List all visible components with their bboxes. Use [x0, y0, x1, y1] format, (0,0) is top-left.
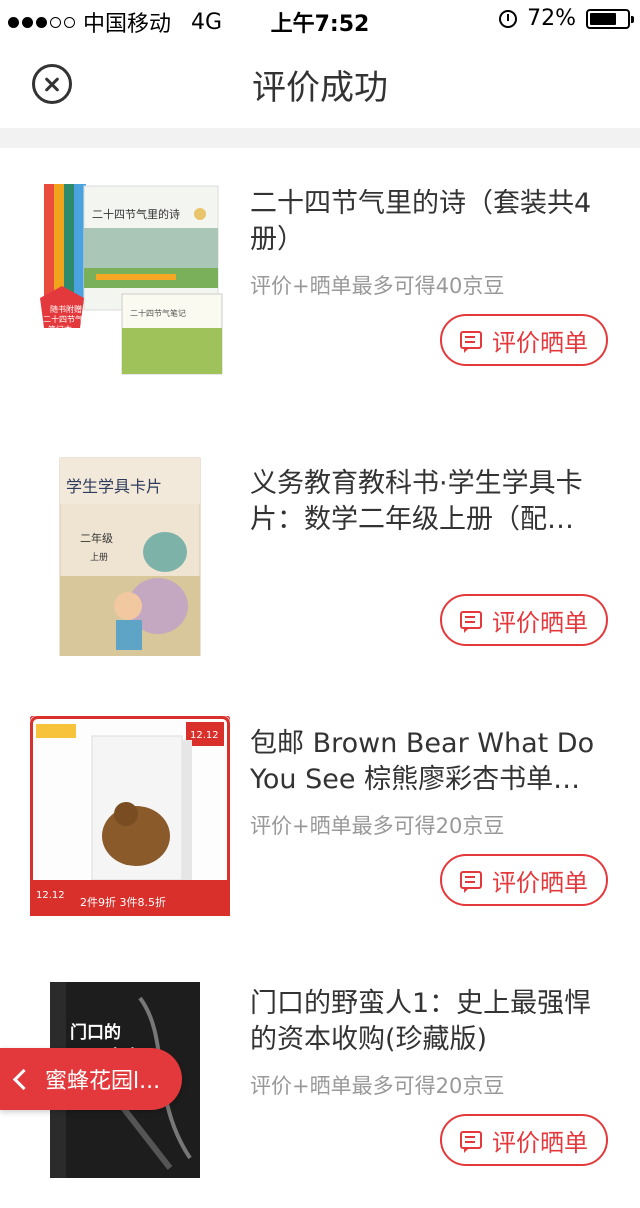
- status-right: 72%: [499, 6, 634, 31]
- status-bar: 中国移动 4G 上午7:52 72%: [0, 0, 640, 40]
- section-divider: [0, 128, 640, 148]
- svg-text:12.12: 12.12: [190, 730, 219, 741]
- book-cover-seasons: 二十四节气里的诗 随书附赠 二十四节气 笔记本 二十四节气笔记: [40, 184, 223, 375]
- review-button[interactable]: 评价晒单: [440, 854, 608, 906]
- product-image[interactable]: 二十四节气里的诗 随书附赠 二十四节气 笔记本 二十四节气笔记: [30, 178, 230, 378]
- reward-hint: 评价+晒单最多可得40京豆: [250, 274, 505, 298]
- book-cover-brown-bear: 12.12 12.12 2件9折 3件8.5折: [28, 714, 232, 918]
- review-button[interactable]: 评价晒单: [440, 314, 608, 366]
- svg-text:上册: 上册: [90, 552, 108, 563]
- svg-text:12.12: 12.12: [36, 890, 65, 901]
- review-button-label: 评价晒单: [492, 1128, 588, 1157]
- product-title[interactable]: 包邮 Brown Bear What Do You See 棕熊廖彩杏书单…: [250, 726, 610, 798]
- battery-fill: [590, 12, 616, 25]
- product-image[interactable]: 12.12 12.12 2件9折 3件8.5折: [28, 714, 232, 918]
- product-title[interactable]: 二十四节气里的诗（套装共4册）: [250, 186, 610, 258]
- battery-icon: [586, 8, 634, 29]
- battery-percent: 72%: [527, 6, 576, 31]
- product-image[interactable]: 学生学具卡片 二年级 上册: [30, 456, 230, 657]
- svg-text:笔记本: 笔记本: [48, 324, 72, 334]
- product-title[interactable]: 门口的野蛮人1：史上最强悍的资本收购(珍藏版): [250, 986, 610, 1058]
- book-cover-math-cards: 学生学具卡片 二年级 上册: [59, 457, 201, 657]
- review-button-label: 评价晒单: [492, 608, 588, 637]
- comment-icon: [460, 331, 482, 353]
- comment-icon: [460, 871, 482, 893]
- page-title: 评价成功: [252, 68, 388, 108]
- product-title[interactable]: 义务教育教科书·学生学具卡片：数学二年级上册（配…: [250, 466, 610, 538]
- svg-text:二十四节气: 二十四节气: [43, 314, 83, 324]
- review-button-label: 评价晒单: [492, 328, 588, 357]
- comment-icon: [460, 1131, 482, 1153]
- list-item: 二十四节气里的诗 随书附赠 二十四节气 笔记本 二十四节气笔记 二十四节气里的诗…: [0, 148, 640, 408]
- svg-text:门口的: 门口的: [70, 1022, 121, 1043]
- list-item: 12.12 12.12 2件9折 3件8.5折 包邮 Brown Bear Wh…: [0, 688, 640, 948]
- svg-text:2件9折 3件8.5折: 2件9折 3件8.5折: [80, 895, 166, 909]
- chevron-left-icon: [12, 1068, 35, 1090]
- svg-text:随书附赠: 随书附赠: [50, 304, 82, 314]
- comment-icon: [460, 611, 482, 633]
- svg-text:二十四节气里的诗: 二十四节气里的诗: [92, 207, 180, 221]
- review-button[interactable]: 评价晒单: [440, 1114, 608, 1166]
- review-button-label: 评价晒单: [492, 868, 588, 897]
- svg-text:二十四节气笔记: 二十四节气笔记: [130, 308, 186, 318]
- svg-text:二年级: 二年级: [80, 531, 113, 545]
- reward-hint: 评价+晒单最多可得20京豆: [250, 814, 505, 838]
- shop-name: 蜜蜂花园l...: [45, 1069, 161, 1094]
- alarm-icon: [499, 9, 518, 28]
- review-button[interactable]: 评价晒单: [440, 594, 608, 646]
- back-to-shop-button[interactable]: 蜜蜂花园l...: [0, 1048, 182, 1110]
- list-item: 学生学具卡片 二年级 上册 义务教育教科书·学生学具卡片：数学二年级上册（配… …: [0, 428, 640, 688]
- svg-text:学生学具卡片: 学生学具卡片: [66, 477, 162, 496]
- reward-hint: 评价+晒单最多可得20京豆: [250, 1074, 505, 1098]
